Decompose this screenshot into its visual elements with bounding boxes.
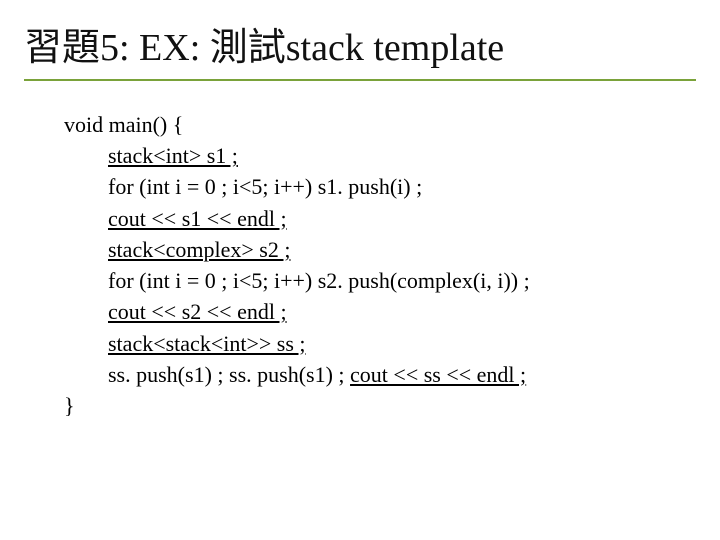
code-line: cout << s2 << endl ; xyxy=(64,296,696,327)
code-line: } xyxy=(64,390,696,421)
code-line: stack<int> s1 ; xyxy=(64,140,696,171)
code-text: ss. push(s1) ; ss. push(s1) ; xyxy=(108,362,350,387)
code-line: stack<complex> s2 ; xyxy=(64,234,696,265)
code-line: ss. push(s1) ; ss. push(s1) ; cout << ss… xyxy=(64,359,696,390)
code-underlined: cout << s2 << endl ; xyxy=(108,299,287,324)
slide-title: 習題5: EX: 測試stack template xyxy=(24,10,696,81)
code-underlined: stack<stack<int>> ss ; xyxy=(108,331,306,356)
code-block: void main() { stack<int> s1 ; for (int i… xyxy=(24,109,696,421)
code-underlined: stack<int> s1 ; xyxy=(108,143,238,168)
code-line: for (int i = 0 ; i<5; i++) s1. push(i) ; xyxy=(64,171,696,202)
code-line: cout << s1 << endl ; xyxy=(64,203,696,234)
code-underlined: stack<complex> s2 ; xyxy=(108,237,290,262)
code-underlined: cout << ss << endl ; xyxy=(350,362,526,387)
code-line: for (int i = 0 ; i<5; i++) s2. push(comp… xyxy=(64,265,696,296)
slide: 習題5: EX: 測試stack template void main() { … xyxy=(0,0,720,540)
code-line: stack<stack<int>> ss ; xyxy=(64,328,696,359)
code-underlined: cout << s1 << endl ; xyxy=(108,206,287,231)
code-line: void main() { xyxy=(64,109,696,140)
